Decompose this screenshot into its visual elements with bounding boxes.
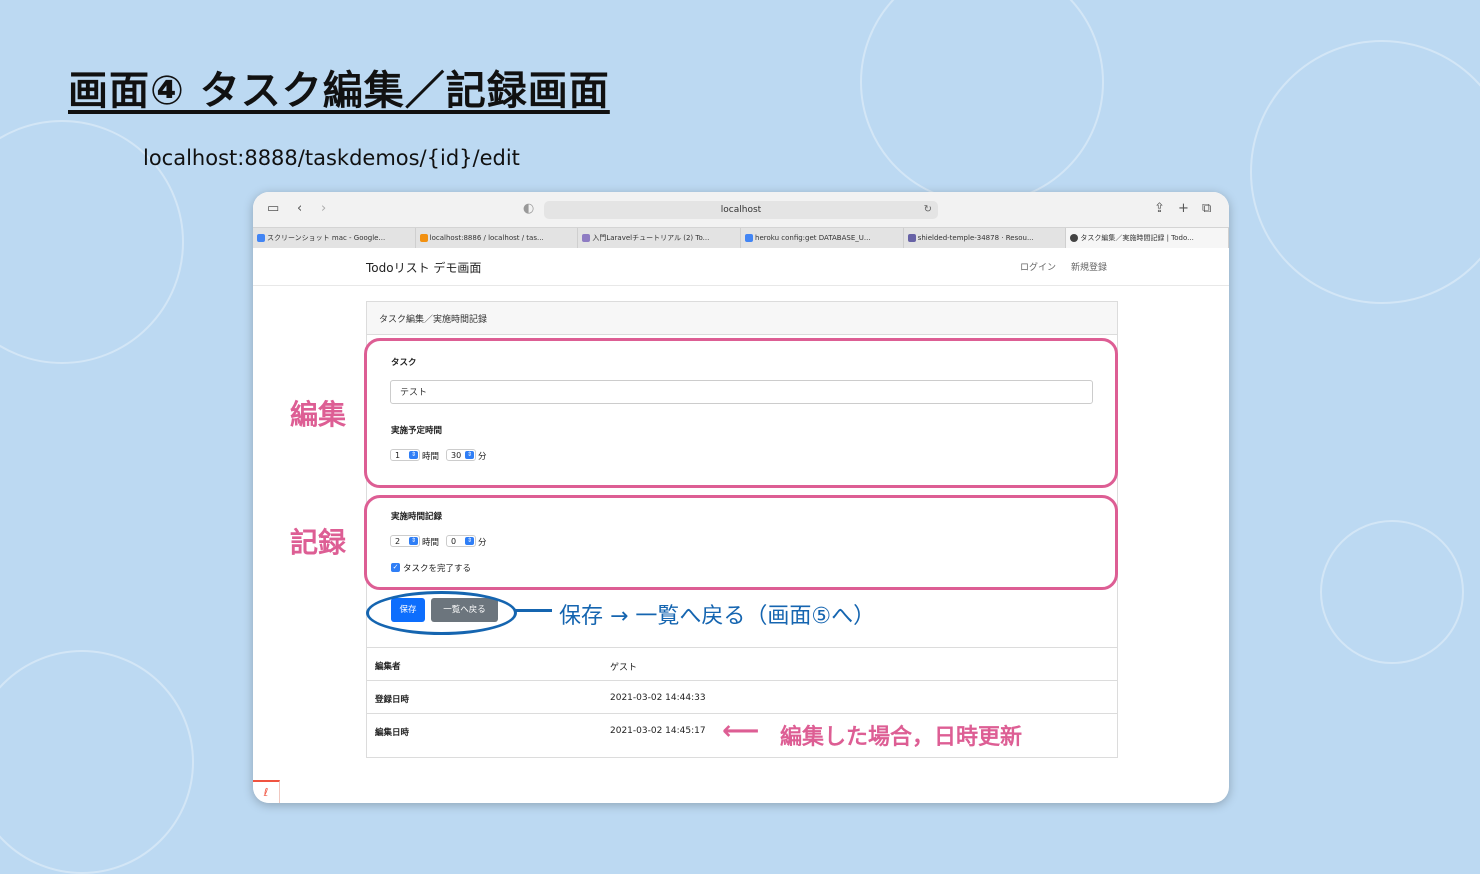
tab-label: localhost:8886 / localhost / tas... xyxy=(429,234,544,242)
update-annotation: 編集した場合，日時更新 xyxy=(780,725,1023,750)
card-title: タスク編集／実施時間記録 xyxy=(379,315,488,325)
privacy-shield-icon[interactable]: ◐ xyxy=(523,201,534,217)
site-navbar: Todoリスト デモ画面 ログイン 新規登録 xyxy=(253,248,1229,286)
browser-tab[interactable]: shielded-temple-34878 · Resou... xyxy=(904,228,1067,248)
github-icon xyxy=(1070,234,1079,242)
login-link[interactable]: ログイン xyxy=(1020,260,1056,273)
table-value: 2021-03-02 14:44:33 xyxy=(610,693,706,703)
browser-tab-active[interactable]: タスク編集／実施時間記録 | Todo... xyxy=(1066,228,1229,248)
browser-tab[interactable]: localhost:8886 / localhost / tas... xyxy=(416,228,579,248)
table-value: ゲスト xyxy=(610,663,638,673)
browser-tab[interactable]: heroku config:get DATABASE_U... xyxy=(741,228,904,248)
edit-annotation: 編集 xyxy=(290,398,347,431)
table-row: 編集者 ゲスト xyxy=(367,647,1117,681)
site-brand[interactable]: Todoリスト デモ画面 xyxy=(366,259,481,276)
table-value: 2021-03-02 14:45:17 xyxy=(610,726,706,736)
browser-tab[interactable]: 入門Laravelチュートリアル (2) To... xyxy=(578,228,742,248)
record-annotation: 記録 xyxy=(290,526,347,559)
table-key: 登録日時 xyxy=(375,695,410,705)
tab-label: shielded-temple-34878 · Resou... xyxy=(917,234,1034,242)
new-tab-icon[interactable]: + xyxy=(1178,201,1189,217)
save-arrow-line xyxy=(514,609,552,612)
tab-bar: スクリーンショット mac - Google... localhost:8886… xyxy=(253,227,1229,249)
table-key: 編集者 xyxy=(375,662,401,672)
heroku-icon xyxy=(907,234,916,242)
google-icon xyxy=(257,234,265,242)
phpmyadmin-icon xyxy=(419,234,428,242)
save-highlight-oval xyxy=(366,591,517,635)
qiita-icon xyxy=(582,234,591,242)
tab-label: スクリーンショット mac - Google... xyxy=(267,234,386,242)
slide-title: 画面④ タスク編集／記録画面 xyxy=(68,68,610,114)
record-highlight-box xyxy=(364,495,1118,590)
edit-highlight-box xyxy=(364,338,1118,488)
background-circle xyxy=(860,0,1104,204)
address-text: localhost xyxy=(720,205,762,215)
table-key: 編集日時 xyxy=(375,728,410,738)
update-arrow-icon: ⟵ xyxy=(722,716,760,746)
share-icon[interactable]: ⇪ xyxy=(1154,201,1165,217)
back-icon[interactable]: ‹ xyxy=(297,201,302,217)
background-circle xyxy=(1320,520,1464,664)
register-link[interactable]: 新規登録 xyxy=(1071,260,1107,273)
background-circle xyxy=(0,650,194,874)
laravel-debug-icon[interactable]: ℓ xyxy=(253,780,280,803)
reload-icon[interactable]: ↻ xyxy=(924,201,932,219)
browser-toolbar: ▭ ‹ › ◐ localhost ↻ ⇪ + ⧉ xyxy=(253,192,1229,227)
forward-icon[interactable]: › xyxy=(321,201,326,217)
address-bar[interactable]: localhost ↻ xyxy=(544,201,938,219)
tab-label: タスク編集／実施時間記録 | Todo... xyxy=(1080,234,1194,242)
tab-label: 入門Laravelチュートリアル (2) To... xyxy=(592,234,710,242)
sidebar-icon[interactable]: ▭ xyxy=(267,201,279,217)
card-header: タスク編集／実施時間記録 xyxy=(367,302,1117,335)
url-caption: localhost:8888/taskdemos/{id}/edit xyxy=(143,146,520,170)
save-annotation: 保存 → 一覧へ戻る（画面⑤へ） xyxy=(559,604,876,629)
browser-tab[interactable]: スクリーンショット mac - Google... xyxy=(253,228,416,248)
table-row: 登録日時 2021-03-02 14:44:33 xyxy=(367,680,1117,714)
background-circle xyxy=(1250,40,1480,304)
tab-overview-icon[interactable]: ⧉ xyxy=(1202,201,1211,217)
google-icon xyxy=(745,234,754,242)
tab-label: heroku config:get DATABASE_U... xyxy=(755,234,871,242)
